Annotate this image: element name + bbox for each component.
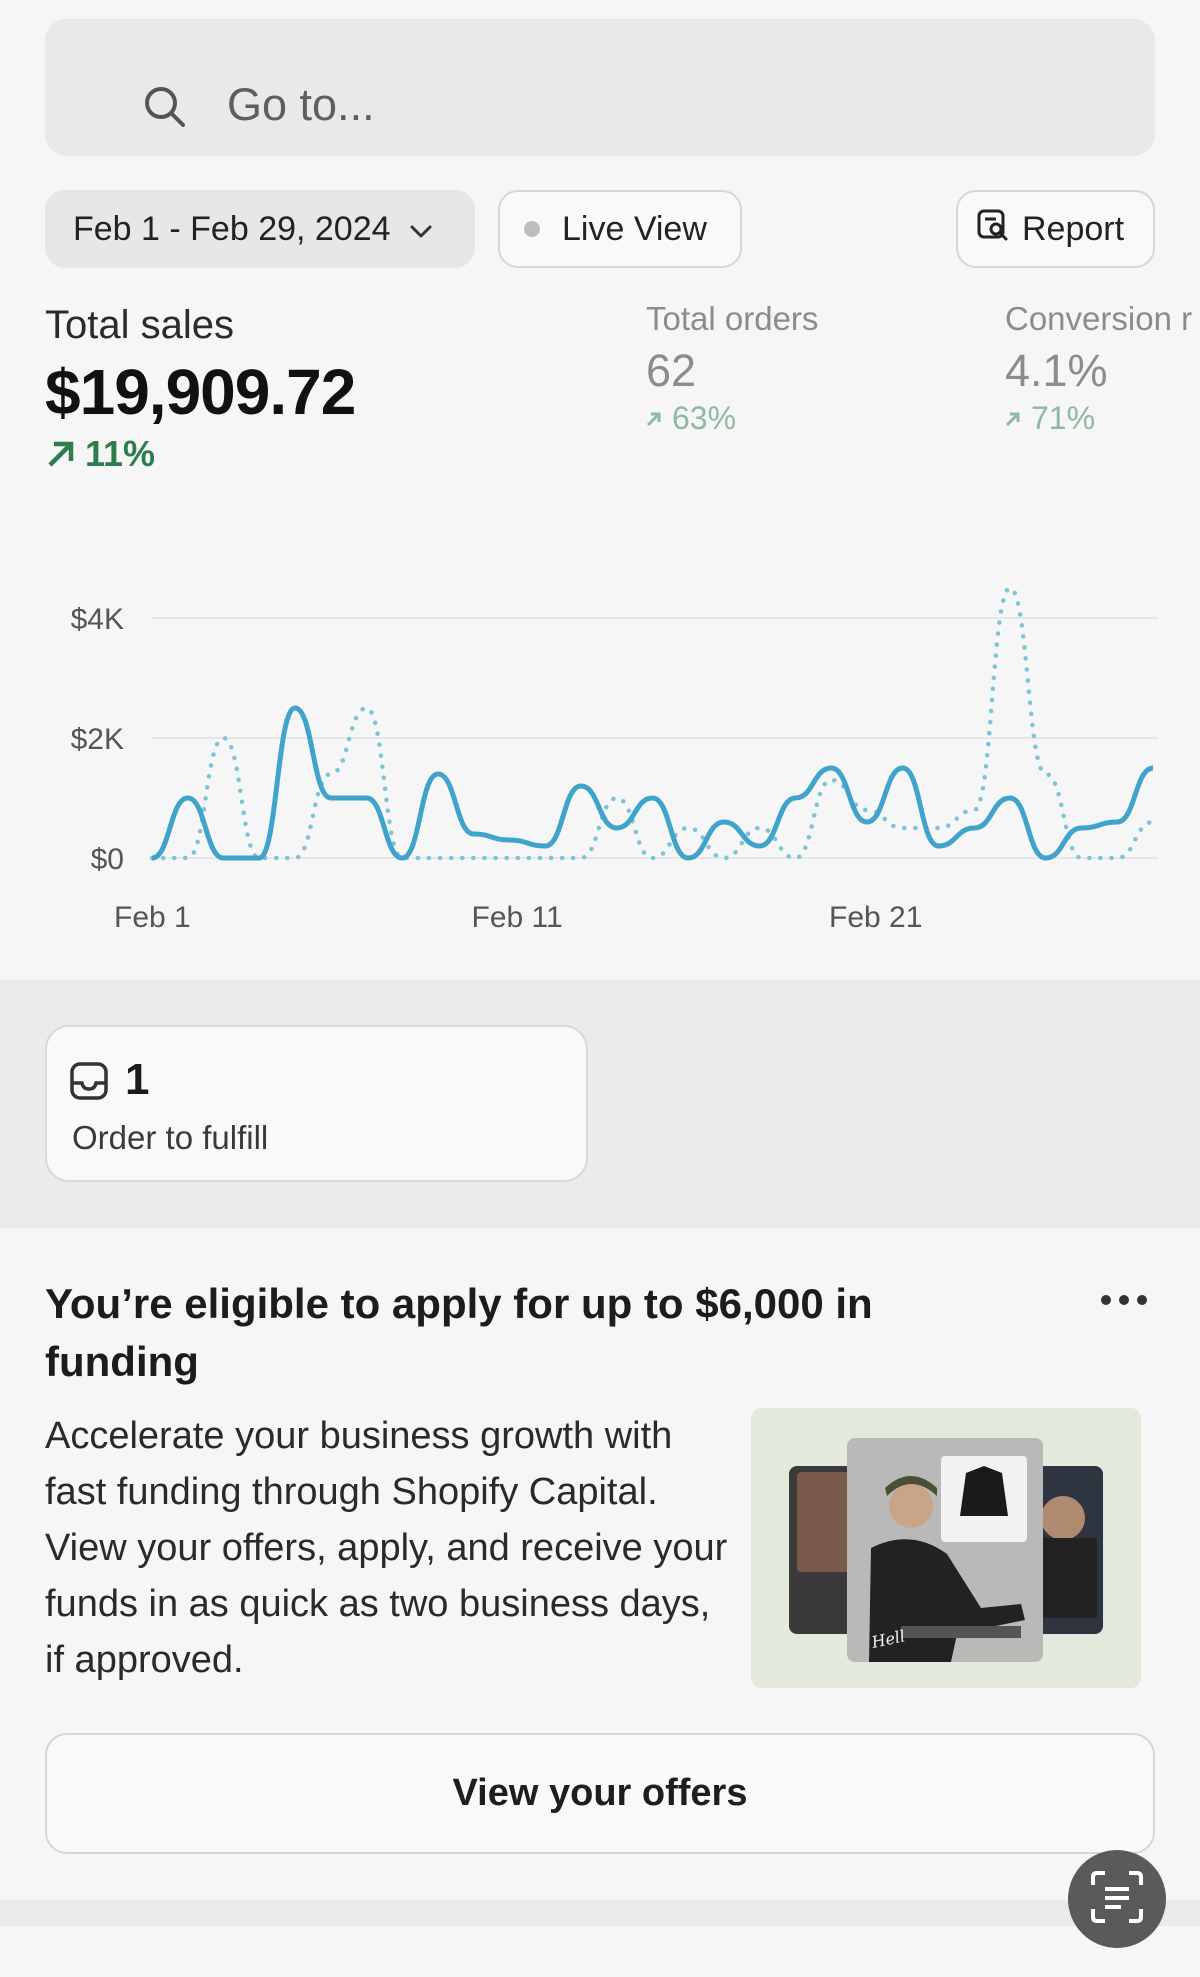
total-sales-change: 11%: [45, 433, 155, 475]
funding-title: You’re eligible to apply for up to $6,00…: [45, 1280, 873, 1385]
section-divider: [0, 1900, 1200, 1926]
conversion-change-value: 71%: [1031, 400, 1096, 436]
total-orders-label: Total orders: [646, 300, 819, 337]
sales-series-line: [151, 705, 1154, 861]
sales-line-chart: $4K $2K $0 Feb 1 Feb 11 Feb 21: [71, 585, 1158, 934]
live-view-label: Live View: [562, 209, 707, 248]
fulfill-count: 1: [125, 1055, 150, 1104]
y-tick-label: $4K: [71, 603, 124, 636]
search-icon: [143, 85, 187, 134]
total-orders-change-value: 63%: [672, 400, 737, 436]
comparison-series-line: [149, 585, 1156, 861]
total-sales-change-value: 11%: [85, 433, 156, 474]
y-tick-label: $2K: [71, 723, 124, 756]
live-view-button[interactable]: Live View: [498, 190, 742, 268]
date-range-label: Feb 1 - Feb 29, 2024: [73, 209, 391, 248]
arrow-up-right-icon: [1005, 412, 1020, 426]
funding-promo-image: Hell: [751, 1408, 1141, 1688]
conversion-value: 4.1%: [1005, 345, 1108, 396]
report-label: Report: [1022, 209, 1125, 248]
view-offers-button[interactable]: View your offers: [45, 1733, 1155, 1854]
arrow-up-right-icon: [48, 441, 74, 467]
live-status-dot-icon: [524, 221, 540, 237]
total-sales-label: Total sales: [45, 303, 234, 347]
funding-description: Accelerate your business growth with fas…: [45, 1415, 728, 1681]
more-options-icon[interactable]: [1100, 1292, 1148, 1313]
conversion-label: Conversion r: [1005, 300, 1193, 337]
date-range-selector[interactable]: Feb 1 - Feb 29, 2024: [45, 190, 475, 268]
search-bar[interactable]: Go to...: [45, 19, 1155, 156]
conversion-change: 71%: [1005, 400, 1095, 437]
report-search-icon: [976, 208, 1010, 251]
orders-to-fulfill-card[interactable]: 1 Order to fulfill: [45, 1025, 588, 1182]
chevron-down-icon: [409, 210, 433, 249]
x-tick-label: Feb 21: [829, 901, 922, 934]
total-orders-change: 63%: [646, 400, 736, 437]
x-tick-label: Feb 1: [114, 901, 191, 934]
inbox-icon: [69, 1061, 109, 1106]
text-scan-icon: [1089, 1869, 1145, 1930]
y-tick-label: $0: [91, 843, 124, 876]
fulfill-label: Order to fulfill: [72, 1119, 269, 1156]
text-scan-button[interactable]: [1068, 1850, 1166, 1948]
report-button[interactable]: Report: [956, 190, 1155, 268]
x-tick-label: Feb 11: [472, 901, 563, 934]
total-sales-value: $19,909.72: [45, 356, 356, 428]
search-placeholder: Go to...: [227, 79, 375, 130]
total-orders-value: 62: [646, 345, 697, 396]
arrow-up-right-icon: [646, 412, 661, 426]
sales-chart: $4K $2K $0 Feb 1 Feb 11 Feb 21: [0, 540, 1200, 970]
